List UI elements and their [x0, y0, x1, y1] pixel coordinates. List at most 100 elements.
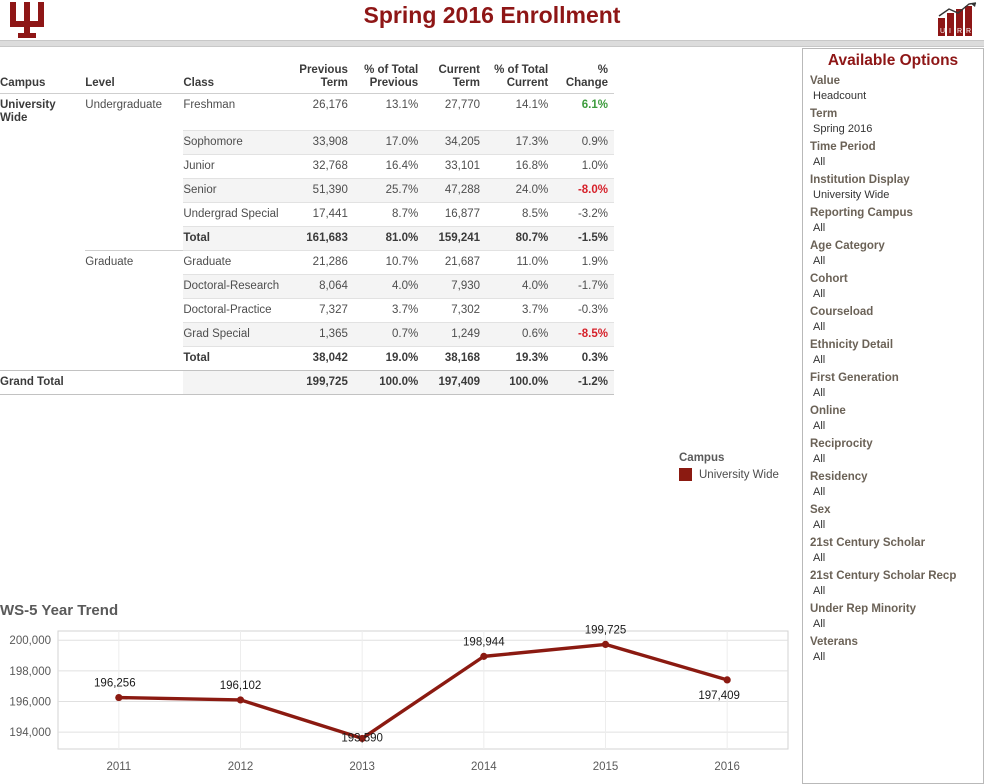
pct-change-value: 1.9%	[581, 255, 608, 268]
option-item[interactable]: Under Rep Minority All	[803, 602, 983, 635]
cell-pct-total-previous: 10.7%	[353, 249, 425, 274]
option-value: All	[813, 519, 826, 531]
cell-level	[85, 274, 183, 298]
available-options-panel: Available Options Value Headcount Term Spri…	[802, 48, 984, 784]
y-axis-tick-label: 200,000	[9, 635, 51, 647]
option-value: All	[813, 321, 826, 333]
table-row[interactable]: Doctoral-Practice 7,327 3.7% 7,302 3.7% -0.3%	[0, 297, 614, 322]
table-row[interactable]: Senior 51,390 25.7% 47,288 24.0% -8.0%	[0, 177, 614, 202]
option-label: Institution Display	[810, 174, 910, 186]
table-row[interactable]: University Wide Undergraduate Freshman 26,1…	[0, 94, 614, 131]
option-item[interactable]: Cohort All	[803, 272, 983, 305]
col-pct-total-previous: % of Total Previous	[353, 62, 425, 94]
option-value: University Wide	[813, 189, 890, 201]
option-value: All	[813, 552, 826, 564]
option-item[interactable]: Residency All	[803, 470, 983, 503]
legend-item[interactable]: University Wide	[679, 468, 779, 481]
cell-previous-term: 51,390	[287, 177, 354, 202]
svg-text:R: R	[966, 28, 971, 35]
trend-line-series[interactable]	[117, 642, 729, 741]
table-row[interactable]: Undergrad Special 17,441 8.7% 16,877 8.5% -3.…	[0, 201, 614, 226]
pct-change-value: 1.0%	[581, 159, 608, 172]
cell-previous-term: 7,327	[287, 297, 354, 322]
options-panel-title: Available Options	[827, 52, 959, 69]
cell-previous-term: 26,176	[312, 99, 348, 111]
data-point-marker[interactable]	[115, 693, 123, 702]
cell-class: Junior	[183, 153, 288, 178]
option-item[interactable]: Courseload All	[803, 305, 983, 338]
option-item[interactable]: Term Spring 2016	[803, 107, 983, 140]
table-row[interactable]: Total 38,042 19.0% 38,168 19.3% 0.3%	[0, 345, 614, 370]
uirr-logo-icon: U I R R	[936, 2, 978, 38]
cell-class: Undergrad Special	[183, 201, 288, 226]
cell-pct-total-previous: 0.7%	[353, 321, 425, 346]
option-value: Spring 2016	[813, 123, 873, 135]
y-axis-tick-label: 198,000	[9, 666, 51, 678]
cell-pct-change: 6.1%	[554, 94, 614, 131]
cell-campus	[0, 178, 85, 202]
option-value: All	[813, 453, 826, 465]
table-row[interactable]: Junior 32,768 16.4% 33,101 16.8% 1.0%	[0, 153, 614, 178]
option-label: Cohort	[810, 273, 848, 285]
x-axis-tick-label: 2014	[471, 761, 497, 773]
cell-previous-term: 17,441	[287, 201, 354, 226]
table-row[interactable]: Grad Special 1,365 0.7% 1,249 0.6% -8.5%	[0, 321, 614, 346]
cell-class: Doctoral-Research	[183, 273, 288, 298]
cell-pct-change: 0.3%	[554, 345, 614, 370]
option-item[interactable]: 21st Century Scholar Recp All	[803, 569, 983, 602]
cell-current-term: 33,101	[424, 153, 487, 178]
cell-current-term: 7,930	[424, 273, 487, 298]
cell-current-term: 16,877	[424, 201, 487, 226]
cell-current-term: 7,302	[424, 297, 487, 322]
option-item[interactable]: First Generation All	[803, 371, 983, 404]
option-value: All	[813, 486, 826, 498]
cell-previous-term: 21,286	[287, 249, 354, 274]
x-axis-tick-label: 2011	[106, 761, 131, 773]
y-axis-tick-label: 194,000	[9, 727, 51, 739]
pct-change-value: -8.0%	[577, 183, 608, 196]
data-point-marker[interactable]	[601, 640, 610, 649]
table-row[interactable]: Graduate Graduate 21,286 10.7% 21,687 11.0% 1.…	[0, 249, 614, 274]
data-point-marker[interactable]	[236, 696, 245, 704]
table-row[interactable]: Sophomore 33,908 17.0% 34,205 17.3% 0.9%	[0, 129, 614, 154]
option-item[interactable]: Reciprocity All	[803, 437, 983, 470]
option-item[interactable]: Institution Display University Wide	[803, 173, 983, 206]
option-item[interactable]: Value Headcount	[803, 74, 983, 107]
grand-total-current-term: 197,409	[424, 369, 487, 395]
trend-chart[interactable]: 194,000 196,000 198,000 200,000 2011 2012 2013…	[0, 623, 795, 783]
table-row[interactable]: Doctoral-Research 8,064 4.0% 7,930 4.0% -1.7%	[0, 273, 614, 298]
data-point-marker[interactable]	[480, 652, 488, 660]
cell-pct-total-current: 0.6%	[486, 321, 555, 346]
option-item[interactable]: 21st Century Scholar All	[803, 536, 983, 569]
option-item[interactable]: Reporting Campus All	[803, 206, 983, 239]
col-class: Class	[183, 62, 288, 94]
option-item[interactable]: Time Period All	[803, 140, 983, 173]
cell-level	[85, 202, 183, 226]
cell-pct-total-previous: 3.7%	[353, 297, 425, 322]
cell-current-term: 38,168	[424, 345, 487, 370]
grand-total-row[interactable]: Grand Total 199,725 100.0% 197,409 100.0% -1.…	[0, 369, 614, 395]
svg-text:U: U	[940, 28, 945, 35]
option-value: Headcount	[813, 90, 867, 102]
x-axis-tick-label: 2016	[714, 761, 740, 773]
svg-text:I: I	[949, 28, 951, 35]
option-item[interactable]: Sex All	[803, 503, 983, 536]
options-list: Value Headcount Term Spring 2016 Time Period…	[803, 74, 983, 668]
option-item[interactable]: Ethnicity Detail All	[803, 338, 983, 371]
option-value: All	[813, 222, 826, 234]
cell-pct-change: -8.0%	[554, 177, 614, 202]
data-point-marker[interactable]	[723, 676, 731, 684]
cell-current-term: 159,241	[424, 225, 487, 250]
cell-pct-total-previous: 25.7%	[353, 177, 425, 202]
option-item[interactable]: Veterans All	[803, 635, 983, 668]
table-header-row: Campus Level Class Previous Term % of To…	[0, 62, 614, 94]
option-item[interactable]: Age Category All	[803, 239, 983, 272]
cell-campus	[0, 250, 85, 274]
option-item[interactable]: Online All	[803, 404, 983, 437]
cell-pct-change: -1.7%	[554, 273, 614, 298]
option-value: All	[813, 255, 826, 267]
svg-text:R: R	[957, 28, 962, 35]
table-row[interactable]: Total 161,683 81.0% 159,241 80.7% -1.5%	[0, 225, 614, 250]
x-axis-tick-label: 2013	[349, 761, 375, 773]
grand-total-pct-current: 100.0%	[486, 369, 555, 395]
